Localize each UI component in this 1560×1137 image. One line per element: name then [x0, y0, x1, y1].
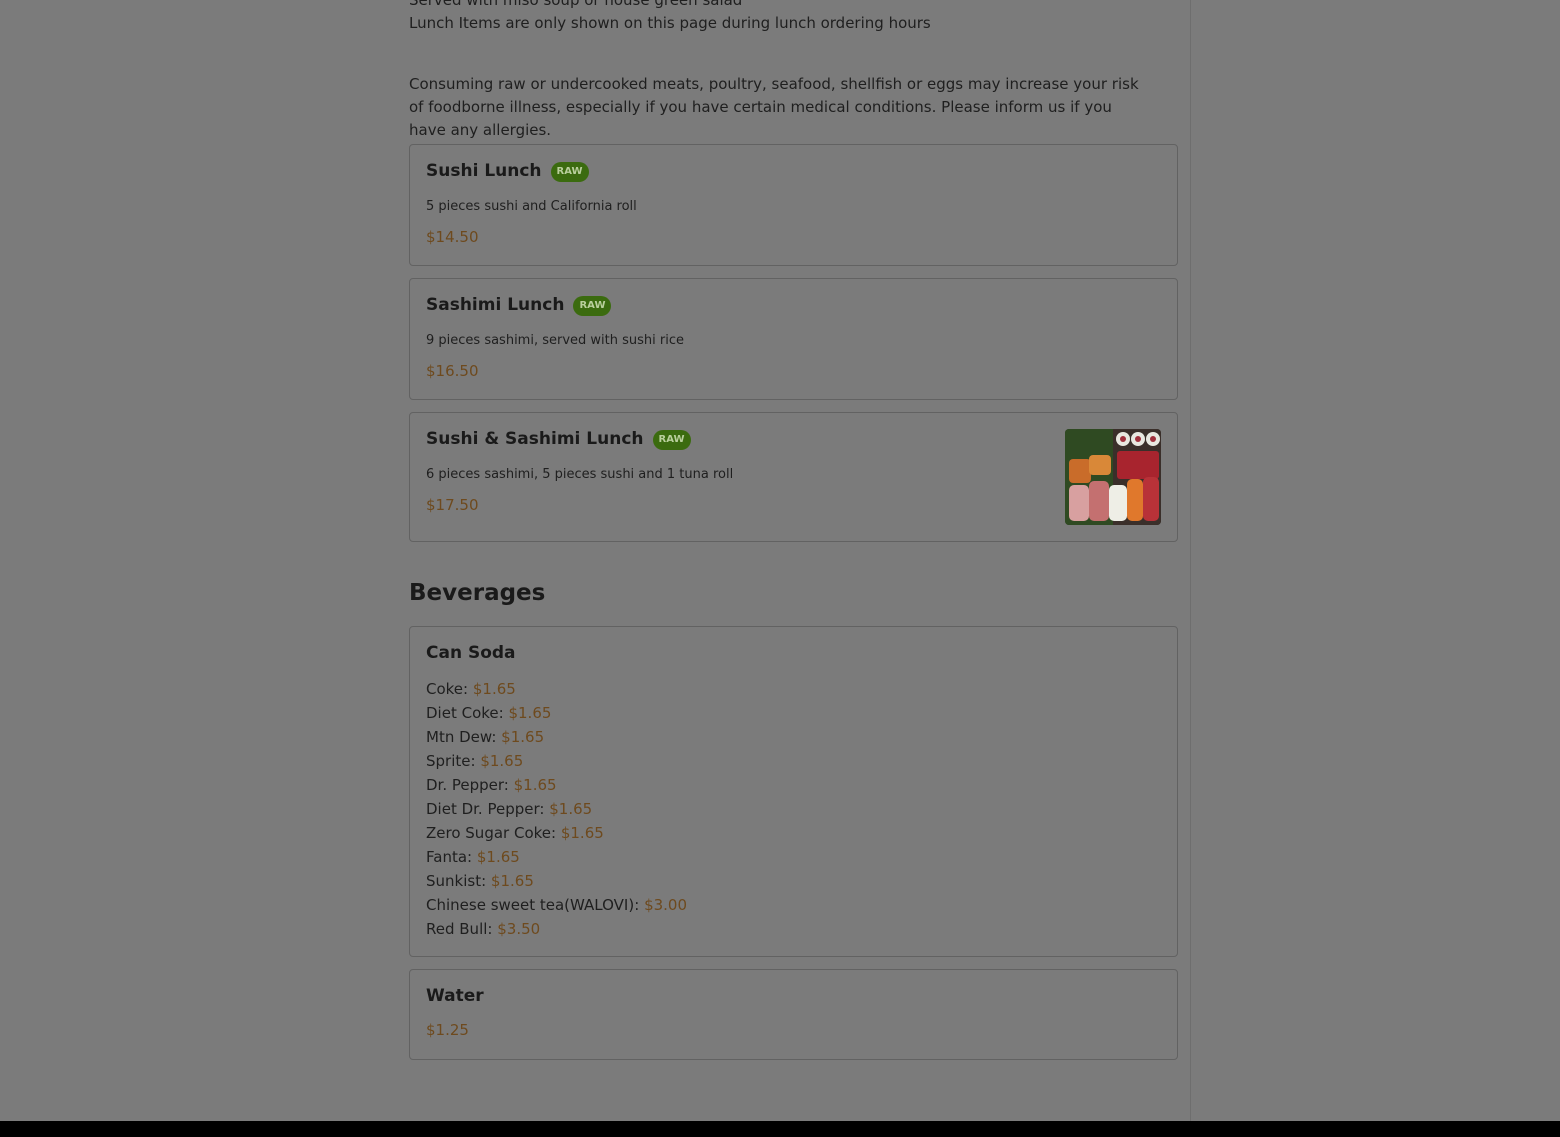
menu-item-can-soda[interactable]: Can Soda Coke: $1.65 Diet Coke: $1.65 Mt…: [409, 626, 1178, 957]
soda-price: $1.65: [549, 800, 593, 818]
item-description: 5 pieces sushi and California roll: [426, 199, 637, 214]
soda-option: Fanta: $1.65: [426, 845, 687, 869]
menu-item-sashimi-lunch[interactable]: Sashimi Lunch RAW 9 pieces sashimi, serve…: [409, 278, 1178, 400]
soda-label: Diet Coke:: [426, 704, 504, 722]
section-title-beverages: Beverages: [409, 580, 546, 606]
menu-item-sushi-lunch[interactable]: Sushi Lunch RAW 5 pieces sushi and Califo…: [409, 144, 1178, 266]
item-name: Sushi & Sashimi Lunch: [426, 429, 644, 449]
item-title: Water: [426, 986, 484, 1006]
soda-option: Sunkist: $1.65: [426, 869, 687, 893]
soda-label: Sunkist:: [426, 872, 487, 890]
item-description: 6 pieces sashimi, 5 pieces sushi and 1 t…: [426, 467, 734, 482]
item-title: Sushi & Sashimi Lunch RAW: [426, 429, 691, 450]
item-price: $16.50: [426, 362, 479, 380]
item-title: Sashimi Lunch RAW: [426, 295, 612, 316]
raw-badge: RAW: [652, 430, 691, 450]
item-name: Sashimi Lunch: [426, 295, 565, 315]
soda-label: Mtn Dew:: [426, 728, 497, 746]
soda-option: Chinese sweet tea(WALOVI): $3.00: [426, 893, 687, 917]
item-description: 9 pieces sashimi, served with sushi rice: [426, 333, 684, 348]
soda-price: $1.65: [513, 776, 557, 794]
soda-label: Coke:: [426, 680, 469, 698]
soda-price: $1.65: [501, 728, 545, 746]
soda-label: Chinese sweet tea(WALOVI):: [426, 896, 640, 914]
soda-price: $1.65: [490, 872, 534, 890]
raw-badge: RAW: [573, 296, 612, 316]
raw-food-warning: Consuming raw or undercooked meats, poul…: [409, 75, 1139, 139]
soda-option: Diet Dr. Pepper: $1.65: [426, 797, 687, 821]
soda-price: $1.65: [472, 680, 516, 698]
soda-label: Diet Dr. Pepper:: [426, 800, 545, 818]
soda-label: Sprite:: [426, 752, 476, 770]
raw-badge: RAW: [550, 162, 589, 182]
item-price: $1.25: [426, 1021, 469, 1039]
item-title: Sushi Lunch RAW: [426, 161, 589, 182]
soda-label: Zero Sugar Coke:: [426, 824, 557, 842]
soda-option: Mtn Dew: $1.65: [426, 725, 687, 749]
soda-option: Red Bull: $3.50: [426, 917, 687, 941]
soda-label: Red Bull:: [426, 920, 493, 938]
item-price: $17.50: [426, 496, 479, 514]
soda-label: Dr. Pepper:: [426, 776, 509, 794]
bottom-bar: [0, 1121, 1560, 1137]
lunch-hours-note: Lunch Items are only shown on this page …: [409, 14, 931, 32]
sushi-platter-image: [1065, 429, 1161, 525]
soda-price: $1.65: [476, 848, 520, 866]
soda-option: Diet Coke: $1.65: [426, 701, 687, 725]
menu-item-water[interactable]: Water $1.25: [409, 969, 1178, 1060]
soda-price: $3.50: [497, 920, 541, 938]
item-name: Can Soda: [426, 643, 516, 663]
soda-option: Coke: $1.65: [426, 677, 687, 701]
item-title: Can Soda: [426, 643, 516, 663]
soda-option: Dr. Pepper: $1.65: [426, 773, 687, 797]
soda-option: Zero Sugar Coke: $1.65: [426, 821, 687, 845]
soda-price: $1.65: [560, 824, 604, 842]
soda-options-list: Coke: $1.65 Diet Coke: $1.65 Mtn Dew: $1…: [426, 677, 687, 941]
sushi-platter-photo[interactable]: [1065, 429, 1161, 525]
served-with-note: Served with miso soup or house green sal…: [409, 0, 743, 9]
soda-price: $1.65: [480, 752, 524, 770]
item-name: Sushi Lunch: [426, 161, 542, 181]
item-name: Water: [426, 986, 484, 1006]
page-divider: [1190, 0, 1191, 1121]
soda-option: Sprite: $1.65: [426, 749, 687, 773]
soda-price: $1.65: [508, 704, 552, 722]
menu-item-sushi-sashimi-lunch[interactable]: Sushi & Sashimi Lunch RAW 6 pieces sashim…: [409, 412, 1178, 542]
soda-label: Fanta:: [426, 848, 473, 866]
soda-price: $3.00: [644, 896, 688, 914]
item-price: $14.50: [426, 228, 479, 246]
